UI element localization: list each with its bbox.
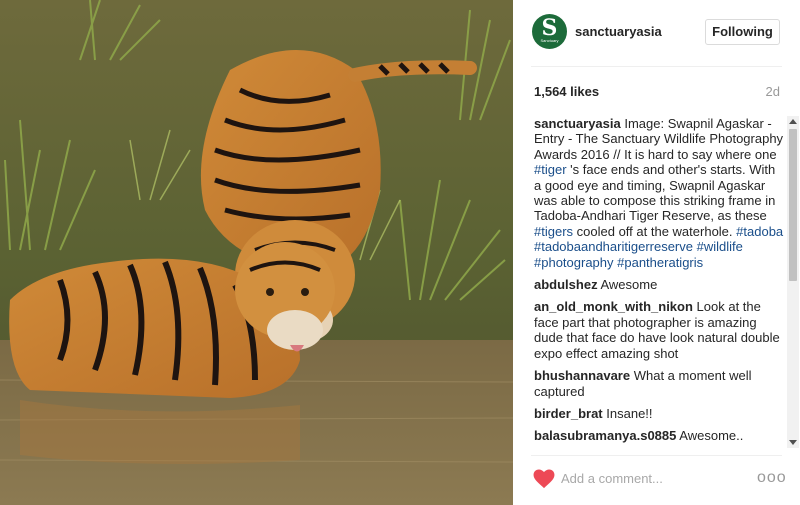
- heart-icon[interactable]: [533, 469, 555, 489]
- comments-list: sanctuaryasia Image: Swapnil Agaskar - E…: [534, 116, 786, 450]
- comment-username[interactable]: abdulshez: [534, 277, 598, 292]
- comment-item: abdulshez Awesome: [534, 277, 786, 292]
- likes-count[interactable]: 1,564 likes: [534, 84, 599, 100]
- hashtag-link[interactable]: #tiger: [534, 162, 567, 177]
- post-photo[interactable]: [0, 0, 513, 505]
- more-options-icon[interactable]: ooo: [757, 470, 786, 486]
- comments-scrollbar[interactable]: [787, 116, 799, 448]
- comment-username[interactable]: an_old_monk_with_nikon: [534, 299, 693, 314]
- comment-composer: ooo: [513, 456, 800, 505]
- tiger-photo: [0, 0, 513, 505]
- post-header: S Sanctuary sanctuaryasia Following: [513, 0, 800, 66]
- post-age[interactable]: 2d: [766, 84, 780, 100]
- caption-text: 's face ends and other's starts. With a …: [534, 162, 776, 224]
- hashtag-link[interactable]: #tadoba: [736, 224, 783, 239]
- scroll-down-arrow-icon[interactable]: [789, 440, 797, 445]
- hashtag-link[interactable]: #photography: [534, 255, 614, 270]
- comment-text: Insane!!: [606, 405, 653, 421]
- comment-username[interactable]: birder_brat: [534, 406, 603, 421]
- scroll-up-arrow-icon[interactable]: [789, 119, 797, 124]
- comment-item: bhushannavare What a moment well capture…: [534, 368, 786, 399]
- avatar[interactable]: S Sanctuary: [532, 14, 567, 49]
- divider: [531, 66, 782, 67]
- following-button[interactable]: Following: [705, 19, 780, 45]
- avatar-letter: S: [541, 15, 558, 41]
- comment-text: Awesome: [600, 277, 658, 293]
- comment-text: Awesome..: [679, 428, 744, 444]
- username-link[interactable]: sanctuaryasia: [575, 24, 662, 40]
- post-sidebar: S Sanctuary sanctuaryasia Following 1,56…: [513, 0, 800, 505]
- scrollbar-thumb[interactable]: [789, 129, 797, 281]
- add-comment-input[interactable]: [561, 466, 741, 490]
- hashtag-link[interactable]: #wildlife: [697, 239, 743, 254]
- caption-username[interactable]: sanctuaryasia: [534, 116, 621, 131]
- comment-username[interactable]: balasubramanya.s0885: [534, 428, 676, 443]
- comment-username[interactable]: bhushannavare: [534, 368, 630, 383]
- hashtag-link[interactable]: #pantheratigris: [617, 255, 703, 270]
- hashtag-link[interactable]: #tadobaandharitigerreserve: [534, 239, 693, 254]
- comment-item: birder_brat Insane!!: [534, 406, 786, 421]
- instagram-post: S Sanctuary sanctuaryasia Following 1,56…: [0, 0, 800, 505]
- comment-item: an_old_monk_with_nikon Look at the face …: [534, 299, 786, 361]
- hashtag-link[interactable]: #tigers: [534, 224, 573, 239]
- comment-item: balasubramanya.s0885 Awesome..: [534, 428, 786, 443]
- caption-text: cooled off at the waterhole.: [576, 223, 733, 239]
- avatar-subtext: Sanctuary: [540, 38, 559, 43]
- caption: sanctuaryasia Image: Swapnil Agaskar - E…: [534, 116, 786, 270]
